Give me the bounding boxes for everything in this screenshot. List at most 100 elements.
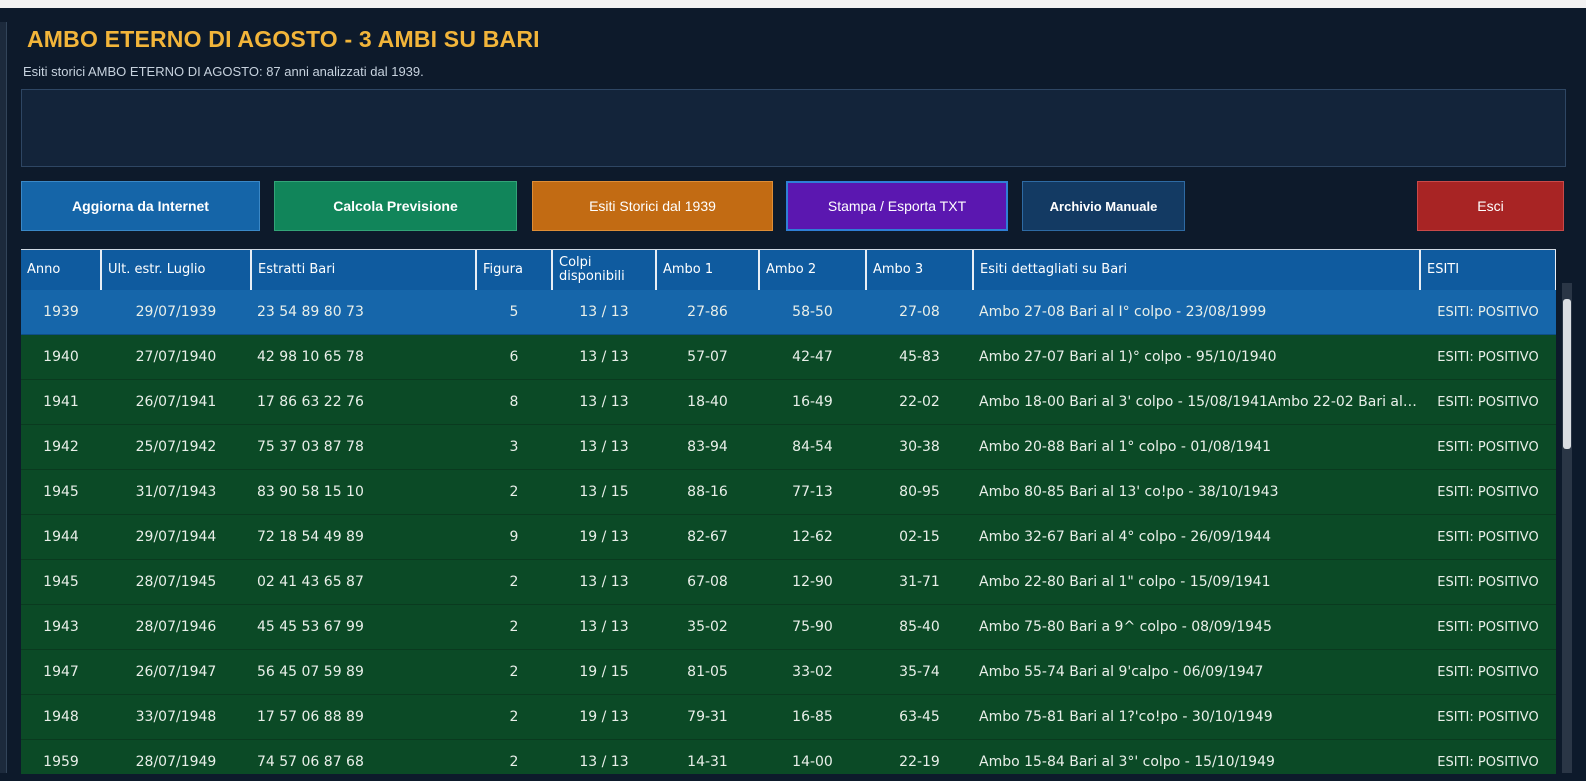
page-subtitle: Esiti storici AMBO ETERNO DI AGOSTO: 87 …: [23, 64, 424, 79]
cell-figura: 2: [476, 739, 552, 774]
scrollbar-thumb[interactable]: [1563, 299, 1571, 449]
cell-estratti: 75 37 03 87 78: [251, 424, 476, 470]
table-row[interactable]: 1943 28/07/1946 45 45 53 67 99 2 13 / 13 35-0…: [21, 604, 1556, 650]
cell-ambo1: 18-40: [656, 379, 759, 425]
cell-dettagli: Ambo 27-08 Bari al I° colpo - 23/08/1999: [973, 290, 1420, 335]
cell-anno: 1943: [21, 604, 101, 650]
info-panel: [21, 89, 1566, 167]
column-header[interactable]: ESITI: [1420, 250, 1556, 290]
cell-ambo1: 79-31: [656, 694, 759, 740]
column-header[interactable]: Ambo 3: [866, 250, 974, 290]
cell-figura: 3: [476, 424, 552, 470]
cell-estratti: 74 57 06 87 68: [251, 739, 476, 774]
table-row[interactable]: 1945 28/07/1945 02 41 43 65 87 2 13 / 13 67-0…: [21, 559, 1556, 605]
cell-ult: 29/07/1944: [101, 514, 251, 560]
cell-anno: 1939: [21, 290, 101, 335]
cell-figura: 2: [476, 559, 552, 605]
cell-figura: 6: [476, 334, 552, 380]
cell-ambo3: 63-45: [866, 694, 973, 740]
cell-estratti: 17 86 63 22 76: [251, 379, 476, 425]
cell-colpi: 13 / 13: [552, 290, 656, 335]
calculate-forecast-button[interactable]: Calcola Previsione: [274, 181, 517, 231]
cell-figura: 2: [476, 649, 552, 695]
cell-anno: 1944: [21, 514, 101, 560]
table-row[interactable]: 1944 29/07/1944 72 18 54 49 89 9 19 / 13 82-6…: [21, 514, 1556, 560]
cell-anno: 1945: [21, 559, 101, 605]
cell-anno: 1940: [21, 334, 101, 380]
cell-ult: 28/07/1949: [101, 739, 251, 774]
table-row[interactable]: 1959 28/07/1949 74 57 06 87 68 2 13 / 13 14-3…: [21, 739, 1556, 774]
cell-dettagli: Ambo 18-00 Bari al 3' colpo - 15/08/1941…: [973, 379, 1420, 425]
table-row[interactable]: 1947 26/07/1947 56 45 07 59 89 2 19 / 15 81-0…: [21, 649, 1556, 695]
column-header[interactable]: Colpi disponibili: [552, 250, 657, 290]
cell-ambo2: 16-49: [759, 379, 866, 425]
cell-dettagli: Ambo 55-74 Bari al 9'calpo - 06/09/1947: [973, 649, 1420, 695]
cell-ambo1: 14-31: [656, 739, 759, 774]
cell-figura: 8: [476, 379, 552, 425]
cell-esiti: ESITI: POSITIVO: [1420, 694, 1556, 740]
cell-ambo1: 81-05: [656, 649, 759, 695]
column-header[interactable]: Ult. estr. Luglio: [101, 250, 252, 290]
cell-esiti: ESITI: POSITIVO: [1420, 559, 1556, 605]
cell-colpi: 13 / 15: [552, 469, 656, 515]
cell-ambo3: 35-74: [866, 649, 973, 695]
cell-ambo3: 02-15: [866, 514, 973, 560]
cell-esiti: ESITI: POSITIVO: [1420, 739, 1556, 774]
cell-dettagli: Ambo 75-80 Bari a 9^ colpo - 08/09/1945: [973, 604, 1420, 650]
table-row[interactable]: 1941 26/07/1941 17 86 63 22 76 8 13 / 13 18-4…: [21, 379, 1556, 425]
cell-ult: 25/07/1942: [101, 424, 251, 470]
table-header-row: Anno Ult. estr. Luglio Estratti Bari Fig…: [21, 250, 1556, 290]
cell-estratti: 83 90 58 15 10: [251, 469, 476, 515]
exit-button[interactable]: Esci: [1417, 181, 1564, 231]
table-row[interactable]: 1940 27/07/1940 42 98 10 65 78 6 13 / 13 57-0…: [21, 334, 1556, 380]
cell-ambo3: 45-83: [866, 334, 973, 380]
column-header[interactable]: Esiti dettagliati su Bari: [973, 250, 1421, 290]
results-table-container: Anno Ult. estr. Luglio Estratti Bari Fig…: [21, 249, 1556, 774]
cell-estratti: 72 18 54 49 89: [251, 514, 476, 560]
cell-ambo2: 42-47: [759, 334, 866, 380]
cell-esiti: ESITI: POSITIVO: [1420, 424, 1556, 470]
cell-dettagli: Ambo 15-84 Bari al 3°' colpo - 15/10/194…: [973, 739, 1420, 774]
cell-ambo2: 58-50: [759, 290, 866, 335]
cell-dettagli: Ambo 27-07 Bari al 1)° colpo - 95/10/194…: [973, 334, 1420, 380]
cell-figura: 9: [476, 514, 552, 560]
cell-dettagli: Ambo 32-67 Bari al 4° colpo - 26/09/1944: [973, 514, 1420, 560]
cell-esiti: ESITI: POSITIVO: [1420, 604, 1556, 650]
cell-ult: 31/07/1943: [101, 469, 251, 515]
cell-dettagli: Ambo 75-81 Bari al 1?'co!po - 30/10/1949: [973, 694, 1420, 740]
cell-ambo3: 30-38: [866, 424, 973, 470]
column-header[interactable]: Ambo 1: [656, 250, 760, 290]
cell-esiti: ESITI: POSITIVO: [1420, 514, 1556, 560]
cell-estratti: 56 45 07 59 89: [251, 649, 476, 695]
cell-ult: 28/07/1946: [101, 604, 251, 650]
table-row[interactable]: 1942 25/07/1942 75 37 03 87 78 3 13 / 13 83-9…: [21, 424, 1556, 470]
cell-esiti: ESITI: POSITIVO: [1420, 290, 1556, 335]
update-from-internet-button[interactable]: Aggiorna da Internet: [21, 181, 260, 231]
cell-ambo3: 22-02: [866, 379, 973, 425]
column-header[interactable]: Figura: [476, 250, 553, 290]
cell-ambo1: 67-08: [656, 559, 759, 605]
cell-ambo2: 33-02: [759, 649, 866, 695]
cell-ult: 29/07/1939: [101, 290, 251, 335]
cell-colpi: 19 / 15: [552, 649, 656, 695]
cell-estratti: 45 45 53 67 99: [251, 604, 476, 650]
column-header[interactable]: Anno: [21, 250, 102, 290]
window-top-strip: [0, 0, 1586, 8]
cell-dettagli: Ambo 80-85 Bari al 13' co!po - 38/10/194…: [973, 469, 1420, 515]
column-header[interactable]: Ambo 2: [759, 250, 867, 290]
table-row[interactable]: 1948 33/07/1948 17 57 06 88 89 2 19 / 13 79-3…: [21, 694, 1556, 740]
column-header[interactable]: Estratti Bari: [251, 250, 477, 290]
cell-dettagli: Ambo 20-88 Bari al 1° colpo - 01/08/1941: [973, 424, 1420, 470]
cell-ult: 28/07/1945: [101, 559, 251, 605]
cell-colpi: 13 / 13: [552, 424, 656, 470]
cell-colpi: 19 / 13: [552, 694, 656, 740]
cell-esiti: ESITI: POSITIVO: [1420, 334, 1556, 380]
table-row[interactable]: 1945 31/07/1943 83 90 58 15 10 2 13 / 15 88-1…: [21, 469, 1556, 515]
print-export-button[interactable]: Stampa / Esporta TXT: [786, 181, 1008, 231]
manual-archive-button[interactable]: Archivio Manuale: [1022, 181, 1185, 231]
cell-estratti: 17 57 06 88 89: [251, 694, 476, 740]
historical-results-button[interactable]: Esiti Storici dal 1939: [532, 181, 773, 231]
results-table: Anno Ult. estr. Luglio Estratti Bari Fig…: [21, 250, 1556, 774]
table-row[interactable]: 1939 29/07/1939 23 54 89 80 73 5 13 / 13 27-8…: [21, 290, 1556, 335]
cell-anno: 1945: [21, 469, 101, 515]
